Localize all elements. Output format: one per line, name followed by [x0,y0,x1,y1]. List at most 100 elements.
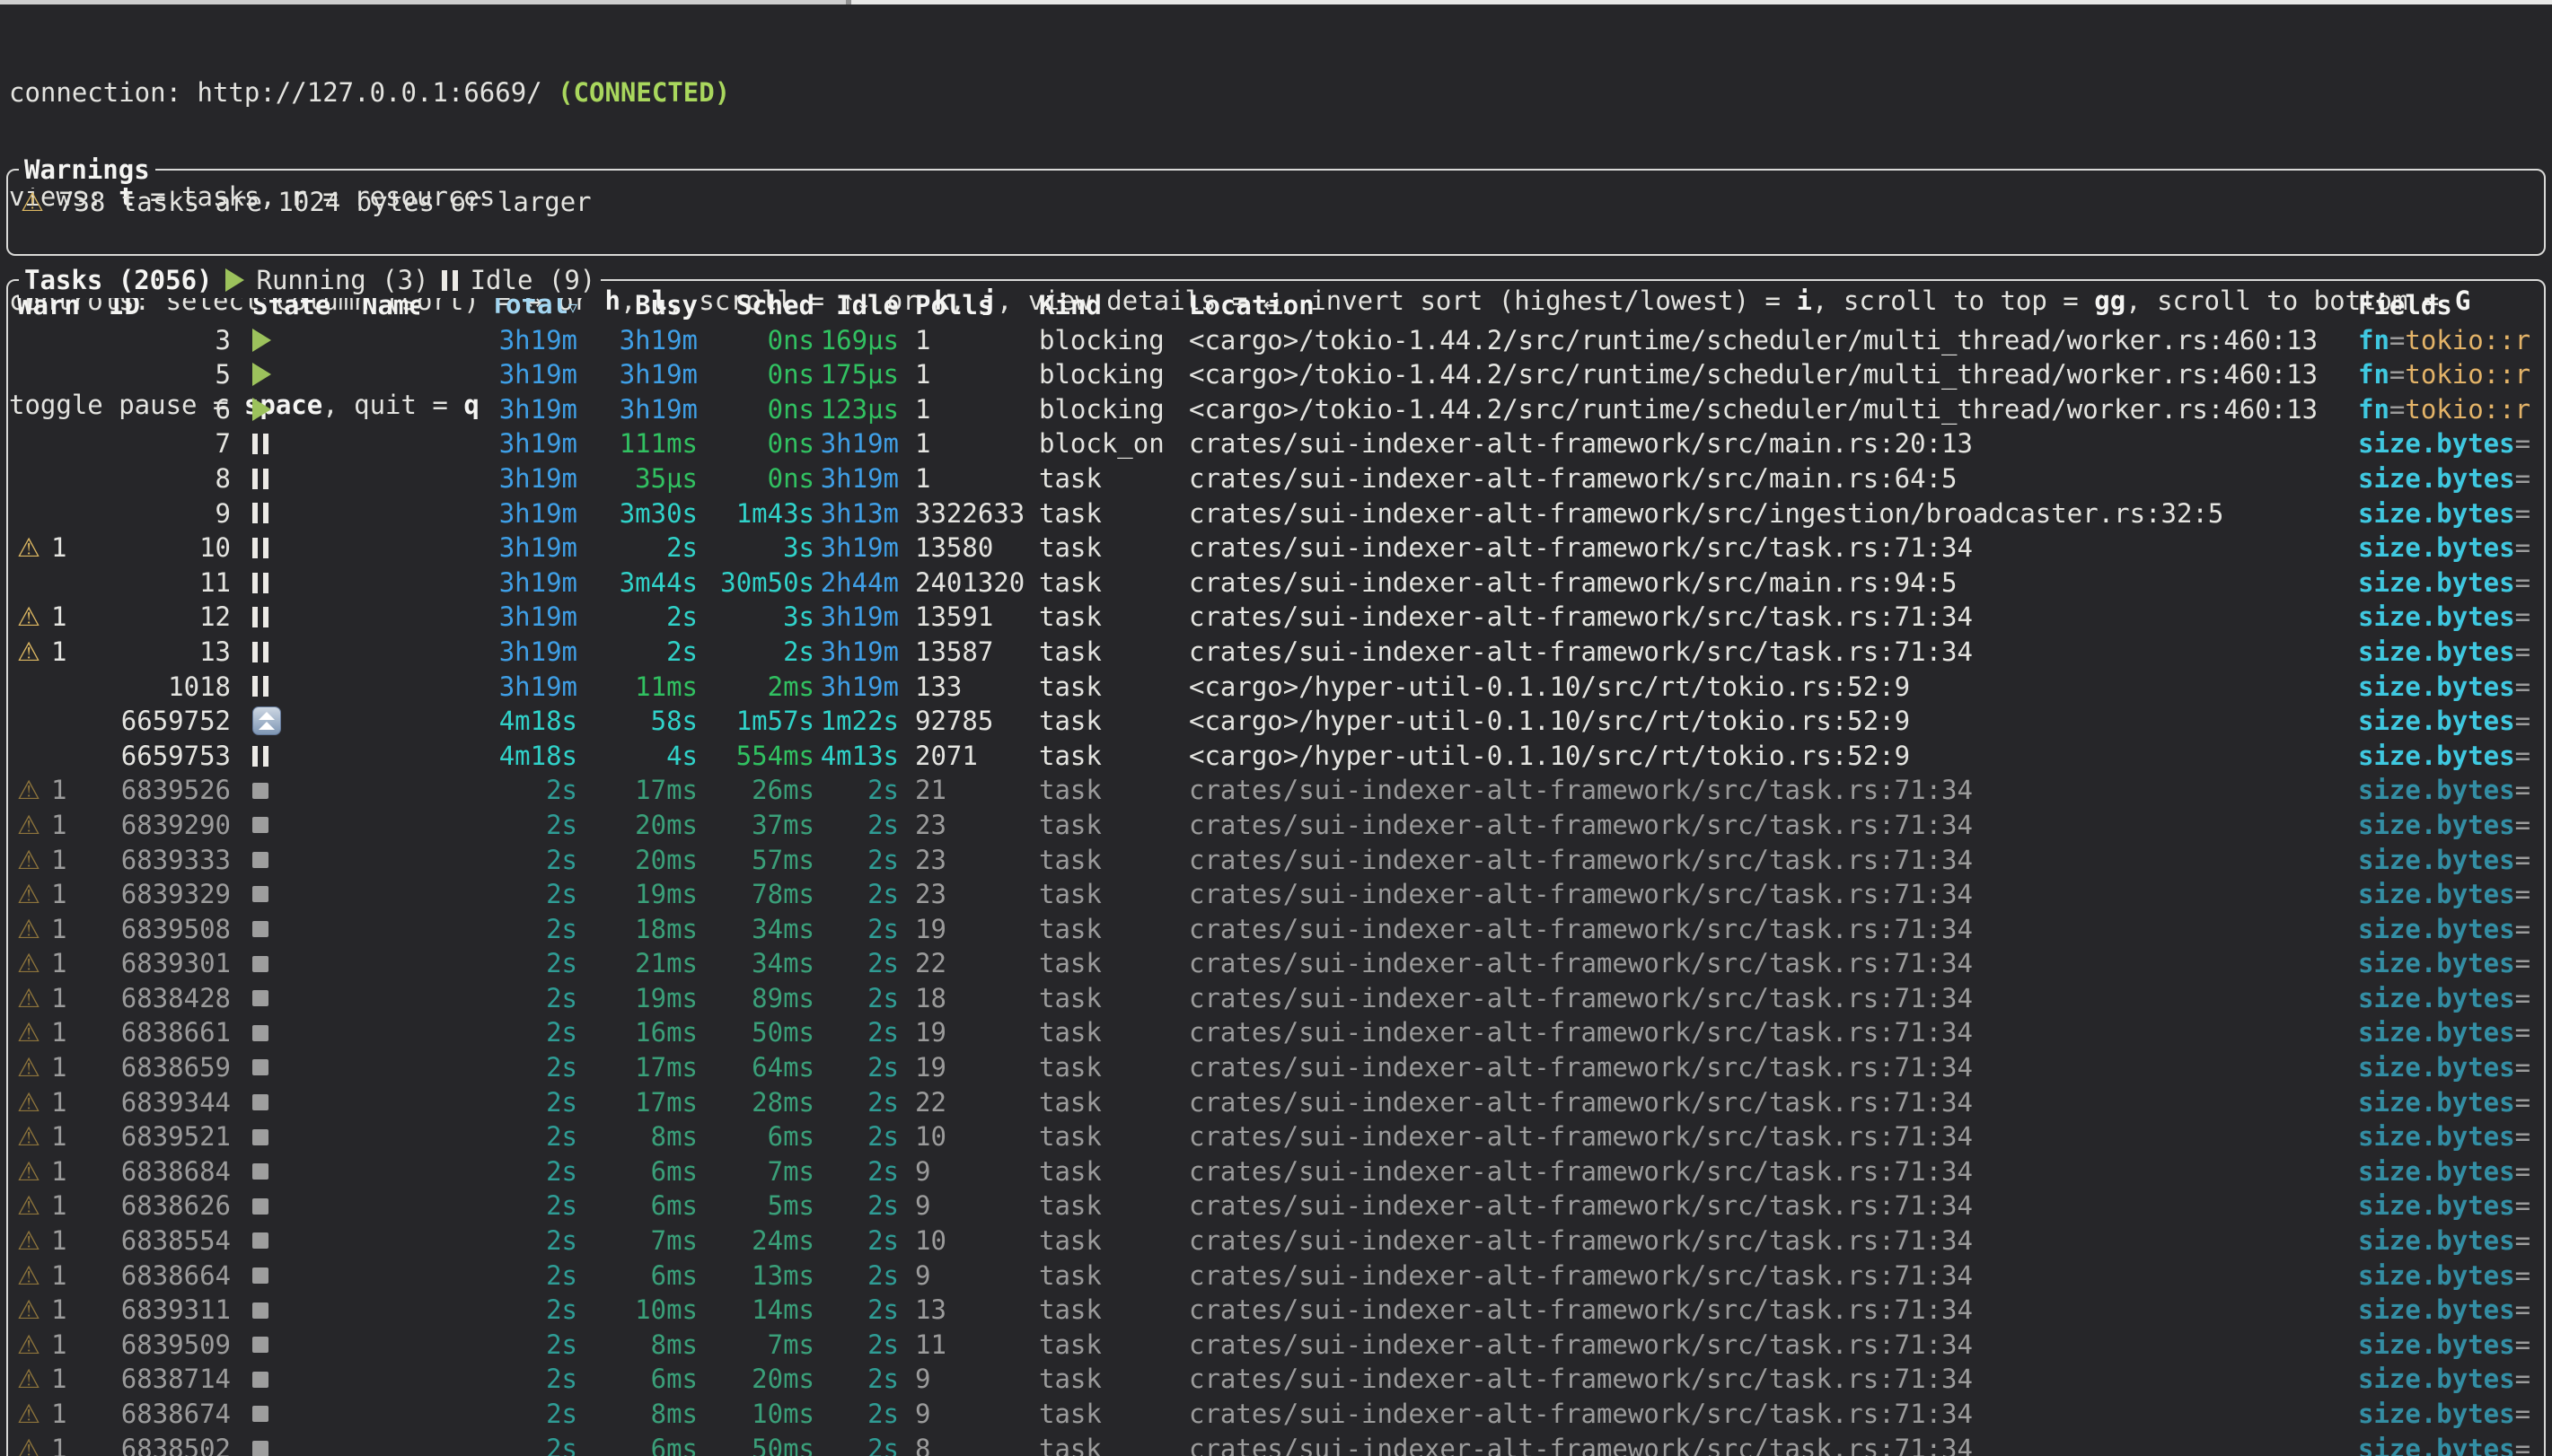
task-row[interactable]: 6659752 4m18s 58s 1m57s 1m22s 92785 task… [8,704,2544,739]
field-key: fn [2358,359,2389,390]
sched-cell: 57ms [698,843,814,878]
task-row[interactable]: ⚠1 13 3h19m 2s 2s 3h19m 13587 task [8,635,2544,670]
task-row[interactable]: 8 3h19m 35µs 0ns 3h19m 1 task crates/sui… [8,461,2544,496]
sched-cell: 3s [698,531,814,566]
polls-cell: 9 [915,1397,1032,1432]
field-key: size.bytes [2358,914,2515,944]
idle-cell: 2s [814,1085,899,1120]
task-row[interactable]: ⚠1 6838502 2s 6ms 50ms 2s 8 task cr [8,1432,2544,1456]
field-value: tokio::r [2405,394,2530,425]
kind-cell: task [1032,1293,1189,1328]
task-row[interactable]: ⚠1 6838661 2s 16ms 50ms 2s 19 task [8,1015,2544,1050]
location-cell: crates/sui-indexer-alt-framework/src/mai… [1189,566,2358,601]
column-header-sched[interactable]: Sched [698,288,814,323]
sched-cell: 1m57s [698,704,814,739]
field-key: size.bytes [2358,810,2515,840]
total-cell: 2s [419,1015,577,1050]
task-id-cell: 1018 [89,670,231,705]
task-row[interactable]: ⚠1 6838659 2s 17ms 64ms 2s 19 task [8,1050,2544,1085]
warn-cell: ⚠1 [8,981,89,1016]
task-row[interactable]: ⚠1 6838664 2s 6ms 13ms 2s 9 task cr [8,1259,2544,1294]
busy-cell: 3h19m [577,392,698,427]
sched-cell: 554ms [698,739,814,774]
state-cell [231,1163,330,1180]
warn-cell: ⚠1 [8,1224,89,1259]
tasks-count-label: Tasks (2056) [24,263,213,298]
busy-cell: 111ms [577,426,698,461]
task-id-cell: 6839311 [89,1293,231,1328]
task-row[interactable]: 1018 3h19m 11ms 2ms 3h19m 133 task <carg… [8,670,2544,705]
task-row[interactable]: ⚠1 6839526 2s 17ms 26ms 2s 21 task [8,773,2544,808]
column-header-idle[interactable]: Idle [814,288,899,323]
warn-cell: ⚠1 [8,531,89,566]
column-header-kind[interactable]: Kind [1032,288,1189,323]
field-equals: = [2515,1121,2530,1152]
task-row[interactable]: 6 3h19m 3h19m 0ns 123µs 1 blocking <carg… [8,392,2544,427]
fields-cell: size.bytes= [2358,877,2544,912]
total-cell: 4m18s [419,704,577,739]
task-row[interactable]: ⚠1 6839521 2s 8ms 6ms 2s 10 task cr [8,1119,2544,1154]
location-cell: crates/sui-indexer-alt-framework/src/tas… [1189,1259,2358,1294]
polls-cell: 23 [915,808,1032,843]
task-row[interactable]: ⚠1 6839311 2s 10ms 14ms 2s 13 task [8,1293,2544,1328]
task-row[interactable]: ⚠1 6838626 2s 6ms 5ms 2s 9 task cra [8,1188,2544,1224]
fields-cell: size.bytes= [2358,1362,2544,1397]
warn-count [17,567,28,598]
warn-cell [8,357,89,392]
column-header-location[interactable]: Location [1189,288,2358,323]
task-row[interactable]: ⚠1 6838714 2s 6ms 20ms 2s 9 task cr [8,1362,2544,1397]
task-id-cell: 11 [89,566,231,601]
task-row[interactable]: ⚠1 6839301 2s 21ms 34ms 2s 22 task [8,946,2544,981]
warning-icon: ⚠ [17,532,40,563]
task-row[interactable]: 9 3h19m 3m30s 1m43s 3h13m 3322633 task c… [8,496,2544,531]
state-cell [231,1441,330,1456]
task-row[interactable]: 5 3h19m 3h19m 0ns 175µs 1 blocking <carg… [8,357,2544,392]
polls-cell: 13591 [915,600,1032,635]
field-equals: = [2515,636,2530,667]
task-id-cell: 6838502 [89,1432,231,1456]
location-cell: crates/sui-indexer-alt-framework/src/tas… [1189,1119,2358,1154]
fields-cell: size.bytes= [2358,496,2544,531]
sched-cell: 0ns [698,426,814,461]
task-row[interactable]: 6659753 4m18s 4s 554ms 4m13s 2071 task <… [8,739,2544,774]
task-row[interactable]: ⚠1 12 3h19m 2s 3s 3h19m 13591 task [8,600,2544,635]
kind-cell: task [1032,1050,1189,1085]
task-row[interactable]: ⚠1 6838674 2s 8ms 10ms 2s 9 task cr [8,1397,2544,1432]
column-header-polls[interactable]: Polls [915,288,1032,323]
task-row[interactable]: 3 3h19m 3h19m 0ns 169µs 1 blocking <carg… [8,323,2544,358]
warn-cell [8,496,89,531]
idle-cell: 3h19m [814,670,899,705]
location-cell: crates/sui-indexer-alt-framework/src/tas… [1189,635,2358,670]
kind-cell: task [1032,981,1189,1016]
task-row[interactable]: ⚠1 6839333 2s 20ms 57ms 2s 23 task [8,843,2544,878]
polls-cell: 13587 [915,635,1032,670]
busy-cell: 6ms [577,1432,698,1456]
completed-state-icon [252,1372,268,1388]
busy-cell: 2s [577,600,698,635]
busy-cell: 6ms [577,1362,698,1397]
field-equals: = [2515,1364,2530,1394]
total-cell: 2s [419,981,577,1016]
sched-cell: 89ms [698,981,814,1016]
task-row[interactable]: ⚠1 6838428 2s 19ms 89ms 2s 18 task [8,981,2544,1016]
kind-cell: task [1032,1085,1189,1120]
field-key: size.bytes [2358,463,2515,494]
warn-count: 1 [40,1190,66,1221]
task-row[interactable]: ⚠1 6839508 2s 18ms 34ms 2s 19 task [8,912,2544,947]
task-row[interactable]: 11 3h19m 3m44s 30m50s 2h44m 2401320 task… [8,566,2544,601]
task-row[interactable]: ⚠1 6838684 2s 6ms 7ms 2s 9 task cra [8,1154,2544,1189]
task-row[interactable]: ⚠1 6838554 2s 7ms 24ms 2s 10 task c [8,1224,2544,1259]
task-row[interactable]: ⚠1 6839290 2s 20ms 37ms 2s 23 task [8,808,2544,843]
location-cell: crates/sui-indexer-alt-framework/src/tas… [1189,1188,2358,1224]
warn-count [17,325,28,355]
task-row[interactable]: ⚠1 10 3h19m 2s 3s 3h19m 13580 task [8,531,2544,566]
column-header-fields[interactable]: Fields [2358,288,2544,323]
total-cell: 3h19m [419,426,577,461]
task-row[interactable]: ⚠1 6839344 2s 17ms 28ms 2s 22 task [8,1085,2544,1120]
task-row[interactable]: ⚠1 6839509 2s 8ms 7ms 2s 11 task cr [8,1328,2544,1363]
connection-status: (CONNECTED) [558,77,730,108]
busy-cell: 2s [577,635,698,670]
task-row[interactable]: ⚠1 6839329 2s 19ms 78ms 2s 23 task [8,877,2544,912]
field-equals: = [2515,1190,2530,1221]
task-row[interactable]: 7 3h19m 111ms 0ns 3h19m 1 block_on crate… [8,426,2544,461]
